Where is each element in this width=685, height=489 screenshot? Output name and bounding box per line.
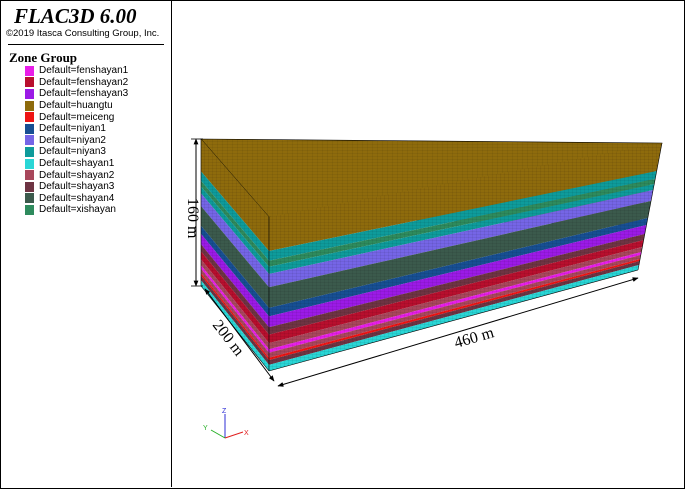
zone-group-swatch (25, 100, 34, 111)
zone-group-item: Default=xishayan (25, 204, 128, 216)
zone-group-label: Default=shayan2 (39, 169, 115, 181)
zone-group-item: Default=niyan1 (25, 123, 128, 135)
zone-group-item: Default=fenshayan3 (25, 88, 128, 100)
zone-group-swatch (25, 204, 34, 215)
zone-group-item: Default=shayan2 (25, 169, 128, 181)
zone-group-swatch (25, 65, 34, 76)
zone-group-item: Default=shayan1 (25, 158, 128, 170)
legend-panel: FLAC3D 6.00 ©2019 Itasca Consulting Grou… (0, 0, 172, 487)
zone-group-swatch (25, 181, 34, 192)
zone-group-item: Default=niyan3 (25, 146, 128, 158)
zone-group-label: Default=fenshayan2 (39, 76, 129, 88)
axis-triad: Z X Y (203, 408, 249, 439)
zone-group-item: Default=fenshayan2 (25, 77, 128, 89)
model-view[interactable]: 160 m 200 m 460 m Z X Y (172, 0, 683, 487)
axis-y-label: Y (203, 425, 208, 432)
zone-group-label: Default=xishayan (39, 204, 116, 216)
zone-group-swatch (25, 158, 34, 169)
zone-group-swatch (25, 193, 34, 204)
zone-group-item: Default=niyan2 (25, 135, 128, 147)
axis-x-label: X (244, 430, 249, 437)
app-title: FLAC3D 6.00 (14, 4, 137, 28)
axis-z-label: Z (222, 408, 227, 415)
model-viewport[interactable]: 160 m 200 m 460 m Z X Y (172, 0, 683, 487)
zone-group-item: Default=huangtu (25, 100, 128, 112)
zone-group-item: Default=fenshayan1 (25, 65, 128, 77)
zone-group-item: Default=meiceng (25, 111, 128, 123)
length-dimension-label: 460 m (452, 324, 496, 352)
legend-divider (8, 44, 164, 45)
zone-group-swatch (25, 146, 34, 157)
zone-group-label: Default=fenshayan1 (39, 65, 129, 77)
zone-group-label: Default=fenshayan3 (39, 88, 129, 100)
zone-group-swatch (25, 88, 34, 99)
zone-group-list: Default=fenshayan1 Default=fenshayan2 Defa… (25, 65, 128, 216)
zone-group-swatch (25, 135, 34, 146)
zone-group-label: Default=niyan3 (39, 146, 106, 158)
zone-group-swatch (25, 123, 34, 134)
zone-group-swatch (25, 170, 34, 181)
zone-group-label: Default=shayan3 (39, 181, 115, 193)
zone-group-swatch (25, 77, 34, 88)
zone-group-label: Default=meiceng (39, 111, 115, 123)
zone-group-label: Default=shayan4 (39, 192, 115, 204)
zone-group-label: Default=huangtu (39, 100, 113, 112)
zone-group-item: Default=shayan4 (25, 193, 128, 205)
zone-group-swatch (25, 112, 34, 123)
zone-group-item: Default=shayan3 (25, 181, 128, 193)
zone-group-label: Default=niyan2 (39, 134, 106, 146)
zone-group-label: Default=shayan1 (39, 158, 115, 170)
zone-group-label: Default=niyan1 (39, 123, 106, 135)
zone-group-title: Zone Group (9, 50, 78, 65)
height-dimension-label: 160 m (184, 198, 201, 239)
copyright-text: ©2019 Itasca Consulting Group, Inc. (6, 28, 160, 39)
